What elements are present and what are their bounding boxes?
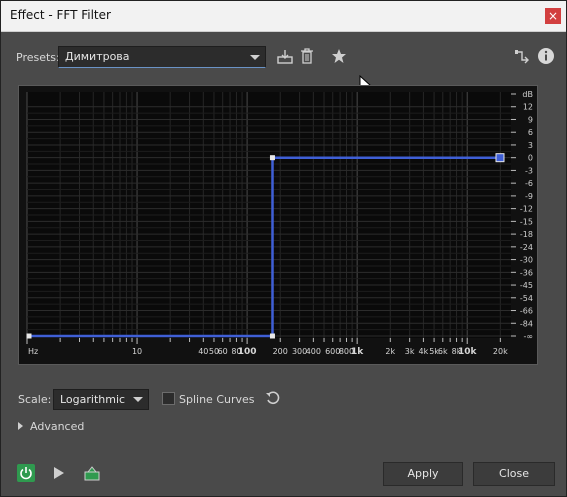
db-tick-label: -18	[520, 230, 533, 239]
routing-icon[interactable]	[514, 48, 530, 64]
presets-label: Presets:	[16, 51, 60, 64]
db-tick-label: -66	[520, 307, 533, 316]
chevron-down-icon	[250, 55, 260, 60]
delete-preset-icon[interactable]	[300, 48, 314, 64]
db-tick-label: -84	[520, 319, 533, 328]
db-tick-label: -15	[520, 217, 533, 226]
spline-curves-label: Spline Curves	[179, 393, 255, 406]
power-toggle-button[interactable]	[17, 464, 35, 482]
db-tick-label: -45	[520, 281, 533, 290]
curve-control-point	[26, 333, 32, 339]
freq-tick-label: 4k	[419, 347, 429, 356]
save-preset-icon[interactable]	[277, 48, 293, 64]
fft-filter-window: Effect - FFT Filter × Presets: Димитрова…	[0, 0, 567, 497]
db-tick-label: -30	[520, 256, 533, 265]
freq-tick-label: 60	[218, 347, 228, 356]
db-tick-label: -54	[520, 294, 533, 303]
curve-control-point	[269, 155, 275, 161]
frequency-graph-svg[interactable]: dB 12 9 6 3 0 -3 -6 -9 -12 -15 -18 -24 -30 -36 -45 -54 -6…	[19, 86, 537, 364]
close-button[interactable]: Close	[473, 462, 555, 486]
freq-tick-label: 6k	[438, 347, 448, 356]
info-icon[interactable]	[537, 47, 555, 65]
scale-value: Logarithmic	[60, 393, 126, 406]
db-tick-label: -24	[520, 243, 533, 252]
curve-control-point	[495, 153, 505, 163]
play-preview-icon[interactable]	[51, 466, 65, 480]
db-tick-label: 0	[528, 154, 533, 163]
favorite-star-icon[interactable]	[331, 48, 347, 64]
scale-dropdown[interactable]: Logarithmic	[53, 389, 149, 410]
freq-tick-label: 3k	[405, 347, 415, 356]
db-tick-label: dB	[522, 90, 533, 99]
db-tick-label: -6	[525, 179, 533, 188]
preset-value: Димитрова	[65, 50, 130, 63]
power-icon	[20, 467, 32, 480]
loop-export-icon[interactable]	[83, 464, 101, 482]
freq-tick-label: 100	[238, 347, 257, 357]
freq-tick-label: 20k	[493, 347, 508, 356]
freq-tick-label: Hz	[28, 347, 38, 356]
frequency-graph[interactable]: dB 12 9 6 3 0 -3 -6 -9 -12 -15 -18 -24 -30 -36 -45 -54 -6…	[18, 85, 538, 365]
freq-tick-label: 400	[306, 347, 321, 356]
freq-tick-label: 200	[273, 347, 288, 356]
db-tick-label: 6	[528, 128, 533, 137]
freq-tick-label: 10k	[458, 347, 478, 357]
close-window-button[interactable]: ×	[545, 8, 561, 24]
freq-tick-label: 40	[198, 347, 208, 356]
chevron-down-icon	[133, 397, 143, 402]
db-tick-label: -9	[525, 192, 533, 201]
window-title: Effect - FFT Filter	[10, 8, 111, 22]
spline-curves-checkbox[interactable]	[162, 392, 175, 405]
db-tick-label: 3	[528, 141, 533, 150]
expand-triangle-icon[interactable]	[18, 422, 23, 430]
freq-tick-label: 2k	[385, 347, 395, 356]
db-tick-label: -36	[520, 268, 533, 277]
db-tick-label: -3	[525, 166, 533, 175]
freq-tick-label: 10	[132, 347, 142, 356]
reset-icon[interactable]	[265, 390, 281, 406]
db-tick-label: 9	[528, 115, 533, 124]
curve-control-point	[269, 333, 275, 339]
advanced-toggle[interactable]: Advanced	[30, 420, 84, 433]
apply-button[interactable]: Apply	[383, 462, 463, 486]
title-bar: Effect - FFT Filter ×	[1, 1, 566, 32]
scale-label: Scale:	[18, 393, 52, 406]
db-tick-label: -12	[520, 205, 533, 214]
db-tick-label: -∞	[523, 332, 533, 341]
db-tick-label: 12	[523, 103, 533, 112]
freq-tick-label: 1k	[351, 347, 364, 357]
preset-dropdown[interactable]: Димитрова	[58, 46, 266, 68]
